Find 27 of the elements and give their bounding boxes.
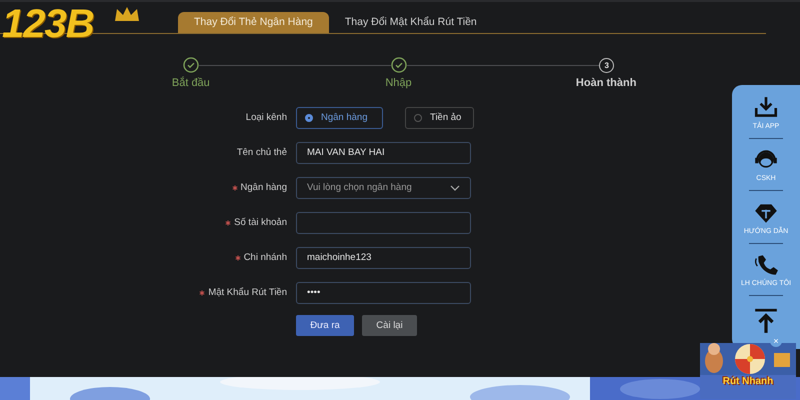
crown-icon	[114, 6, 140, 22]
field-label: Chi nhánh	[244, 252, 287, 263]
field-label: Ngân hàng	[240, 182, 287, 193]
step-number: 3	[599, 58, 614, 72]
input-field[interactable]: MAI VAN BAY HAI	[296, 142, 471, 164]
submit-button[interactable]: Đưa ra	[296, 315, 354, 336]
chevron-icon	[450, 184, 460, 190]
field-label: Tên chủ thẻ	[236, 147, 287, 158]
field-label: Loại kênh	[246, 112, 287, 123]
input-field[interactable]: ••••	[296, 282, 471, 304]
radio-option[interactable]: Tiền ảo	[405, 106, 474, 128]
field-label: Mật Khẩu Rút Tiền	[208, 287, 287, 298]
logo: 123B	[2, 4, 94, 44]
step-label: Nhập	[385, 77, 412, 89]
step-label: Hoàn thành	[576, 77, 636, 89]
tab[interactable]: Thay Đổi Thẻ Ngân Hàng	[178, 12, 329, 33]
field-label: Số tài khoản	[234, 217, 287, 228]
radio-option[interactable]: Ngân hàng	[296, 106, 383, 128]
check-icon	[182, 57, 199, 73]
arrow-up-icon[interactable]	[753, 308, 779, 334]
step-label: Bắt đầu	[172, 77, 210, 89]
check-icon	[390, 57, 407, 73]
reset-button[interactable]: Cài lại	[362, 315, 417, 336]
input-field[interactable]: maichoinhe123	[296, 246, 471, 268]
tab[interactable]: Thay Đổi Mật Khẩu Rút Tiền	[330, 12, 491, 33]
dropdown[interactable]: Vui lòng chọn ngân hàng	[296, 176, 471, 198]
input-field[interactable]	[296, 212, 471, 234]
